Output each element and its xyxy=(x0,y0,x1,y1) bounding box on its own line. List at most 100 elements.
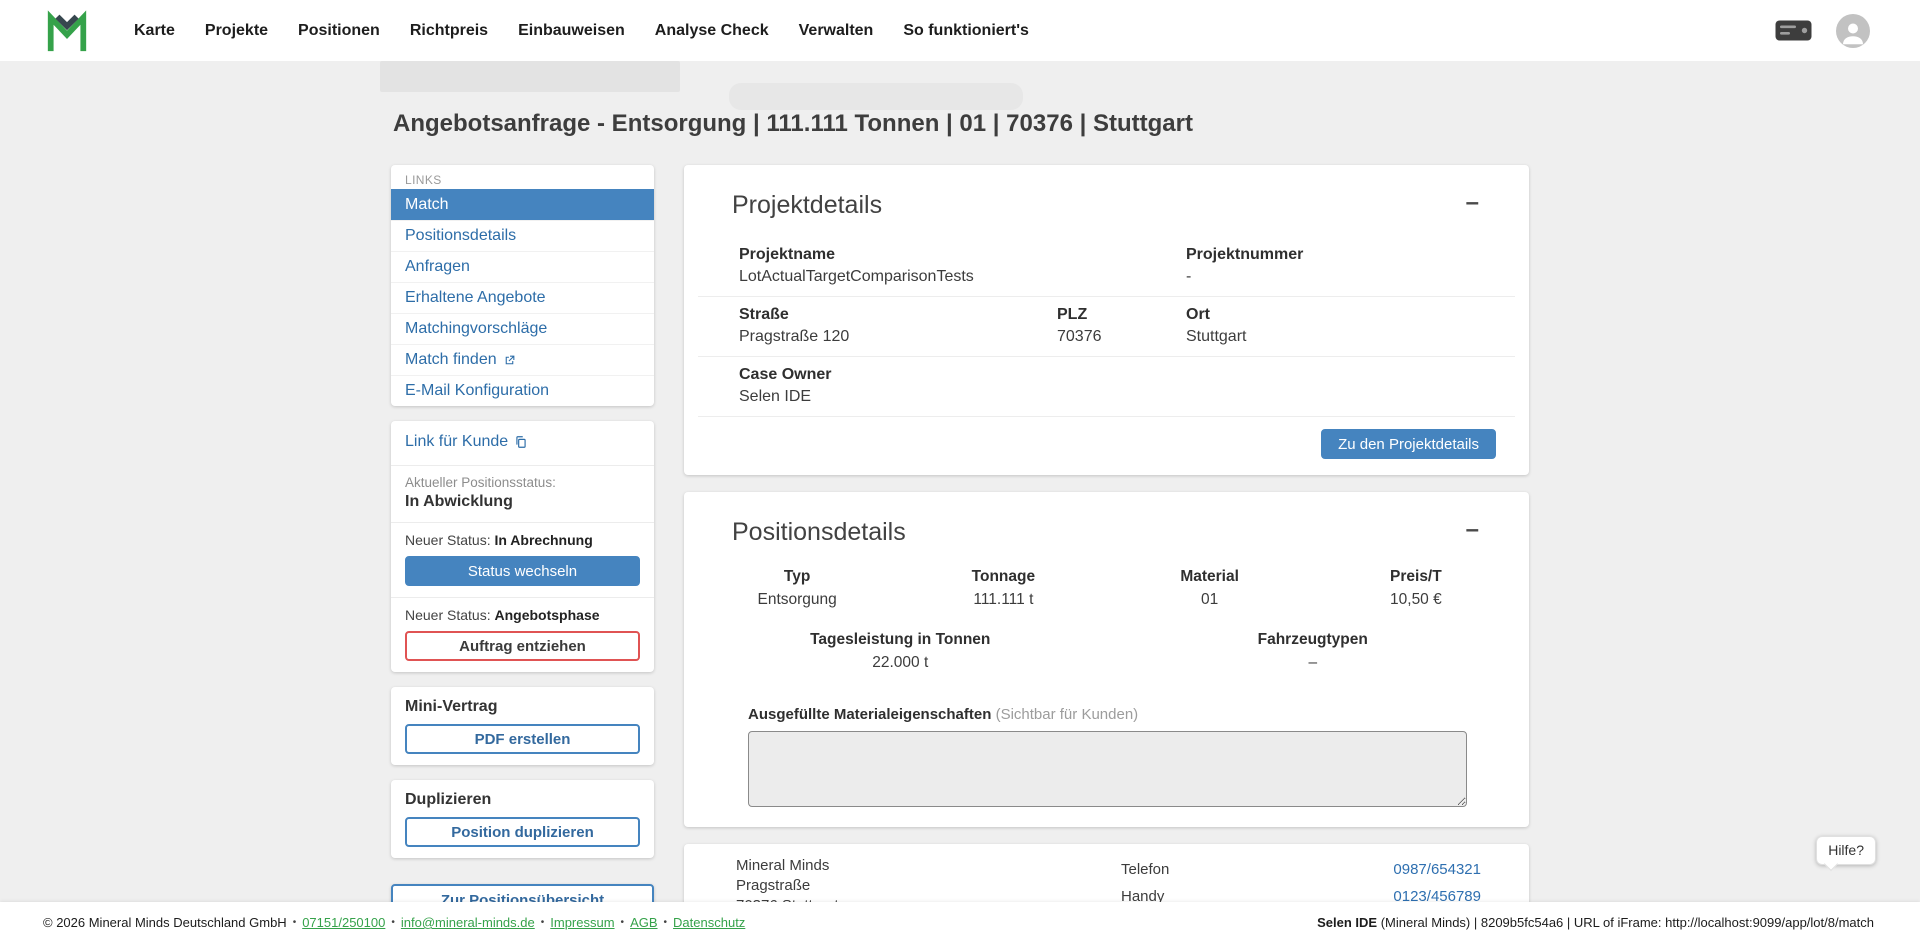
projektnummer-value: - xyxy=(1186,267,1515,286)
sidebar-item-matchingvorschlaege[interactable]: Matchingvorschläge xyxy=(391,313,654,344)
projektdetails-title: Projektdetails xyxy=(732,189,882,221)
strasse-field: Straße Pragstraße 120 xyxy=(739,305,1057,346)
footer-separator: • xyxy=(391,917,395,928)
case-owner-value: Selen IDE xyxy=(739,387,1515,406)
main-nav: Karte Projekte Positionen Richtpreis Ein… xyxy=(134,22,1029,40)
status-wechseln-button[interactable]: Status wechseln xyxy=(405,556,640,586)
page-content-area: Angebotsanfrage - Entsorgung | 111.111 T… xyxy=(0,61,1920,902)
material-field: Material 01 xyxy=(1107,568,1313,609)
skeleton-bar xyxy=(380,61,680,92)
footer: © 2026 Mineral Minds Deutschland GmbH • … xyxy=(0,902,1920,943)
company-street: Pragstraße xyxy=(736,876,839,896)
nav-item-einbauweisen[interactable]: Einbauweisen xyxy=(518,22,625,40)
links-card: LINKS Match Positionsdetails Anfragen Er… xyxy=(391,165,654,406)
main-column: Projektdetails – Projektname LotActualTa… xyxy=(684,165,1529,902)
user-avatar[interactable] xyxy=(1836,14,1870,48)
zur-positionsuebersicht-button[interactable]: Zur Positionsübersicht xyxy=(391,884,654,902)
ort-field: Ort Stuttgart xyxy=(1186,305,1515,346)
duplizieren-heading: Duplizieren xyxy=(405,791,640,809)
nav-item-verwalten[interactable]: Verwalten xyxy=(799,22,874,40)
customer-link[interactable]: Link für Kunde xyxy=(405,430,528,454)
phone-row: Telefon 0987/654321 xyxy=(1121,858,1481,881)
sidebar-item-label: Match xyxy=(405,196,449,214)
next-status-prefix: Neuer Status: xyxy=(405,607,491,623)
footer-separator: • xyxy=(293,917,297,928)
next-status-value: In Abrechnung xyxy=(495,532,593,548)
help-button[interactable]: Hilfe? xyxy=(1816,836,1876,865)
strasse-label: Straße xyxy=(739,305,1057,324)
mobile-label: Handy xyxy=(1121,888,1164,902)
footer-copyright: © 2026 Mineral Minds Deutschland GmbH xyxy=(43,915,287,930)
nav-item-analyse-check[interactable]: Analyse Check xyxy=(655,22,769,40)
collapse-icon[interactable]: – xyxy=(1462,189,1483,217)
sidebar-item-email-konfiguration[interactable]: E-Mail Konfiguration xyxy=(391,375,654,406)
materialeigenschaften-label: Ausgefüllte Materialeigenschaften xyxy=(748,706,991,723)
mineral-minds-logo[interactable] xyxy=(44,8,90,54)
contact-card: Mineral Minds Pragstraße 70376 Stuttgart… xyxy=(684,844,1529,902)
sidebar-item-label: E-Mail Konfiguration xyxy=(405,382,549,400)
footer-email-link[interactable]: info@mineral-minds.de xyxy=(401,915,535,930)
projektdetails-card: Projektdetails – Projektname LotActualTa… xyxy=(684,165,1529,475)
plz-label: PLZ xyxy=(1057,305,1186,324)
footer-impressum-link[interactable]: Impressum xyxy=(550,915,614,930)
nav-item-so-funktionierts[interactable]: So funktioniert's xyxy=(903,22,1029,40)
phone-label: Telefon xyxy=(1121,861,1169,878)
sidebar-item-match-finden[interactable]: Match finden xyxy=(391,344,654,375)
projekt-row-2: Straße Pragstraße 120 PLZ 70376 Ort Stut… xyxy=(698,297,1515,357)
footer-agb-link[interactable]: AGB xyxy=(630,915,657,930)
positionsdetails-card: Positionsdetails – Typ Entsorgung Tonnag… xyxy=(684,492,1529,827)
tagesleistung-value: 22.000 t xyxy=(694,654,1107,672)
nav-item-projekte[interactable]: Projekte xyxy=(205,22,268,40)
external-link-icon xyxy=(503,354,516,367)
sidebar-item-label: Matchingvorschläge xyxy=(405,320,547,338)
next-status-section: Neuer Status: In Abrechnung Status wechs… xyxy=(391,522,654,597)
typ-field: Typ Entsorgung xyxy=(694,568,900,609)
sidebar-item-positionsdetails[interactable]: Positionsdetails xyxy=(391,220,654,251)
mobile-row: Handy 0123/456789 xyxy=(1121,885,1481,902)
footer-separator: • xyxy=(541,917,545,928)
nav-item-richtpreis[interactable]: Richtpreis xyxy=(410,22,488,40)
collapse-icon[interactable]: – xyxy=(1462,516,1483,544)
next-status-prefix: Neuer Status: xyxy=(405,532,491,548)
tagesleistung-label: Tagesleistung in Tonnen xyxy=(694,631,1107,649)
contact-numbers: Telefon 0987/654321 Handy 0123/456789 xyxy=(1121,856,1481,902)
phone-link[interactable]: 0987/654321 xyxy=(1393,861,1481,878)
sidebar-menu: Match Positionsdetails Anfragen Erhalten… xyxy=(391,189,654,406)
company-address: Mineral Minds Pragstraße 70376 Stuttgart xyxy=(736,856,839,902)
footer-datenschutz-link[interactable]: Datenschutz xyxy=(673,915,745,930)
materialeigenschaften-textarea[interactable] xyxy=(748,731,1467,807)
mobile-link[interactable]: 0123/456789 xyxy=(1393,888,1481,902)
positionsdetails-title: Positionsdetails xyxy=(732,516,906,548)
current-status-section: Aktueller Positionsstatus: In Abwicklung xyxy=(391,465,654,522)
materialeigenschaften-label-row: Ausgefüllte Materialeigenschaften (Sicht… xyxy=(748,706,1467,723)
sidebar: LINKS Match Positionsdetails Anfragen Er… xyxy=(391,165,654,902)
typ-label: Typ xyxy=(694,568,900,586)
auftrag-entziehen-button[interactable]: Auftrag entziehen xyxy=(405,631,640,661)
position-duplizieren-button[interactable]: Position duplizieren xyxy=(405,817,640,847)
sidebar-item-erhaltene-angebote[interactable]: Erhaltene Angebote xyxy=(391,282,654,313)
revoke-status-section: Neuer Status: Angebotsphase Auftrag entz… xyxy=(391,597,654,672)
materialeigenschaften-hint: (Sichtbar für Kunden) xyxy=(996,706,1139,723)
person-icon xyxy=(1838,18,1868,48)
projekt-row-3: Case Owner Selen IDE xyxy=(698,357,1515,417)
nav-item-positionen[interactable]: Positionen xyxy=(298,22,380,40)
nav-item-karte[interactable]: Karte xyxy=(134,22,175,40)
footer-phone-link[interactable]: 07151/250100 xyxy=(302,915,385,930)
plz-value: 70376 xyxy=(1057,327,1186,346)
ort-value: Stuttgart xyxy=(1186,327,1515,346)
preis-label: Preis/T xyxy=(1313,568,1519,586)
zu-den-projektdetails-button[interactable]: Zu den Projektdetails xyxy=(1321,429,1496,459)
sidebar-item-anfragen[interactable]: Anfragen xyxy=(391,251,654,282)
pdf-erstellen-button[interactable]: PDF erstellen xyxy=(405,724,640,754)
page-title: Angebotsanfrage - Entsorgung | 111.111 T… xyxy=(393,109,1529,139)
projektname-label: Projektname xyxy=(739,245,1186,264)
next-status-value: Angebotsphase xyxy=(495,607,600,623)
next-status-line: Neuer Status: In Abrechnung xyxy=(405,532,640,548)
server-icon[interactable] xyxy=(1775,19,1812,42)
sidebar-item-label: Anfragen xyxy=(405,258,470,276)
navbar-right xyxy=(1775,14,1870,48)
customer-link-section: Link für Kunde xyxy=(391,421,654,465)
sidebar-item-label: Positionsdetails xyxy=(405,227,516,245)
sidebar-item-match[interactable]: Match xyxy=(391,189,654,220)
fahrzeugtypen-value: – xyxy=(1107,654,1520,672)
